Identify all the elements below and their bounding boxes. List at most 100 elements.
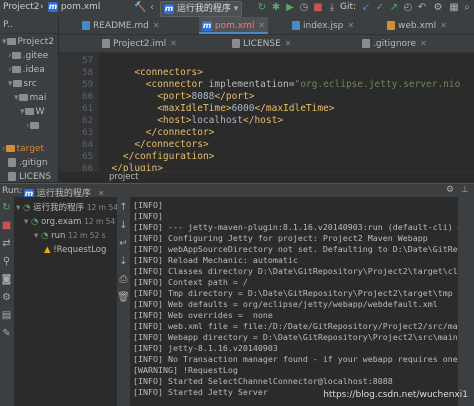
close-icon[interactable]: ✕ [347,21,354,30]
console-line: [WARNING] !RequestLog [133,365,238,375]
module-icon [102,39,110,48]
tab-project2-iml[interactable]: Project2.iml ✕ [99,35,180,52]
editor-tabs-row-2: Project2.iml ✕ LICENSE ✕ .gitignore ✕ [59,35,474,53]
console-line: [INFO] web.xml file = file:/D:/Date/GitR… [133,321,458,331]
git-update-icon[interactable]: ↙ [360,2,372,14]
tree-item-webapp[interactable]: ▾ W [20,105,44,119]
code-editor[interactable]: <connectors> <connector implementation="… [100,53,474,171]
chevron-down-icon: ▾ [34,231,39,241]
chevron-down-icon: ▾ [24,217,29,227]
arrow-down-icon[interactable]: ↓ [117,219,130,232]
code-line: </connectors> [100,139,209,150]
chevron-down-icon: ▾ [233,4,239,14]
chevron-down-icon: ▾ [16,203,21,213]
tree-item-target[interactable]: › target [2,142,44,156]
tree-item-child[interactable]: › [26,119,41,133]
console-line: [INFO] jetty-8.1.16.v20140903 [133,343,278,353]
chevron-left-icon[interactable]: ‹ [146,2,158,14]
structure-icon[interactable]: ▦ [448,2,460,14]
run-tree-item[interactable]: ▲ !RequestLog [44,243,106,257]
attach-icon[interactable]: ⤓ [326,2,338,14]
settings-icon[interactable]: ⚙ [432,2,444,14]
close-icon[interactable]: ✕ [258,21,265,30]
profile-icon[interactable]: ◷ [298,2,310,14]
minimize-icon[interactable]: ⊥ [461,185,469,195]
layout-icon[interactable]: ▤ [0,309,13,322]
close-icon[interactable]: ✕ [153,21,160,30]
line-number: 62 [82,116,93,126]
git-commit-icon[interactable]: ✓ [374,2,386,14]
tab-gitignore[interactable]: .gitignore ✕ [359,35,430,52]
hammer-build-icon[interactable]: 🔨 [134,2,146,14]
clear-icon[interactable]: 🗑 [117,291,130,304]
tree-item-idea[interactable]: › .idea [8,63,45,77]
settings-icon[interactable]: ⚙ [0,291,13,304]
folder-icon [18,94,28,101]
tree-item-gitignore[interactable]: .gitign [8,156,48,170]
project-header-label[interactable]: P.. [3,20,13,30]
console-line: [INFO] Configuring Jetty for project: Pr… [133,233,428,243]
tab-index-jsp[interactable]: index.jsp ✕ [289,17,357,34]
toggle-view-icon[interactable]: ⇄ [0,237,13,250]
coverage-icon[interactable]: ▶ [284,2,296,14]
console-output[interactable]: [INFO] [INFO] [INFO] --- jetty-maven-plugi… [131,197,458,406]
right-toolbar [458,197,474,406]
code-line: <host>localhost</host> [100,115,284,126]
tab-license[interactable]: LICENSE ✕ [229,35,294,52]
maven-icon: m [202,21,212,31]
tree-item-src[interactable]: ▾ src [8,77,37,91]
run-configuration-dropdown[interactable]: m 运行我的程序 ▾ [160,1,243,17]
run-tree-item[interactable]: ▾ ◔ run 12 m 52 s [34,229,106,243]
search-icon[interactable]: ⌕ [461,2,473,14]
run-tree-item[interactable]: ▾ ◔ org.exam 12 m 54 s [24,215,122,229]
rerun-icon[interactable]: ↻ [0,201,13,214]
rollback-icon[interactable]: ↶ [416,2,428,14]
tree-item-gitee[interactable]: › .gitee [8,49,48,63]
watermark: https://blog.csdn.net/wuchenxi1 [323,390,468,400]
close-icon[interactable]: ✕ [420,39,427,48]
settings-icon[interactable]: ⚙ [446,185,454,195]
run-tree-item[interactable]: ▾ ◔ 运行我的程序 12 m 54 s [16,201,124,215]
line-number: 61 [82,104,93,114]
line-number: 65 [82,152,93,162]
code-line: <connectors> [100,67,203,78]
tree-item-main[interactable]: ▾ mai [14,91,46,105]
project-crumb[interactable]: Project2 [3,2,40,12]
tab-pom-xml[interactable]: m pom.xml ✕ [199,17,269,34]
file-icon [8,172,16,181]
camera-icon[interactable]: ◙ [0,273,13,286]
stop-icon[interactable]: ■ [0,219,13,232]
scroll-to-end-icon[interactable]: ⇣ [117,255,130,268]
console-line: [INFO] webAppSourceDirectory not set. De… [133,244,458,254]
soft-wrap-icon[interactable]: ↵ [117,237,130,250]
console-line: [INFO] --- jetty-maven-plugin:8.1.16.v20… [133,222,458,232]
tree-item-license[interactable]: LICENS [8,170,51,184]
filter-icon[interactable]: ⚲ [0,255,13,268]
breadcrumb[interactable]: project [109,172,139,182]
close-icon[interactable]: ✕ [440,21,447,30]
print-icon[interactable]: ⎙ [117,273,130,286]
file-crumb[interactable]: m pom.xml [48,2,100,12]
stop-icon[interactable]: ■ [312,2,324,14]
chevron-down-icon: ▾ [8,79,13,89]
close-icon[interactable]: ✕ [170,39,177,48]
history-icon[interactable]: ◴ [402,2,414,14]
code-line: </plugin> [100,163,163,171]
run-label: Run: [2,186,23,196]
rerun-icon[interactable]: ↻ [256,2,268,14]
console-line: [INFO] Webapp directory = D:\Date\GitRep… [133,332,458,342]
markdown-icon [82,21,90,30]
console-line: [INFO] Web defaults = org/eclipse/jetty/… [133,299,438,309]
pin-icon[interactable]: ✎ [0,327,13,340]
tree-item-project[interactable]: ▾ Project2 [2,35,54,49]
tab-web-xml[interactable]: web.xml ✕ [384,17,450,34]
run-tree: ▾ ◔ 运行我的程序 12 m 54 s ▾ ◔ org.exam 12 m 5… [14,197,124,406]
tab-readme[interactable]: README.md ✕ [79,17,163,34]
debug-icon[interactable]: ✱ [270,2,282,14]
run-panel-header: Run: m 运行我的程序 ✕ ⚙ ⊥ [0,183,474,199]
git-push-icon[interactable]: ↗ [388,2,400,14]
console-line: [INFO] Tmp directory = D:\Date\GitReposi… [133,288,453,298]
chevron-down-icon: ▾ [2,37,7,47]
close-icon[interactable]: ✕ [285,39,292,48]
arrow-up-icon[interactable]: ↑ [117,201,130,214]
